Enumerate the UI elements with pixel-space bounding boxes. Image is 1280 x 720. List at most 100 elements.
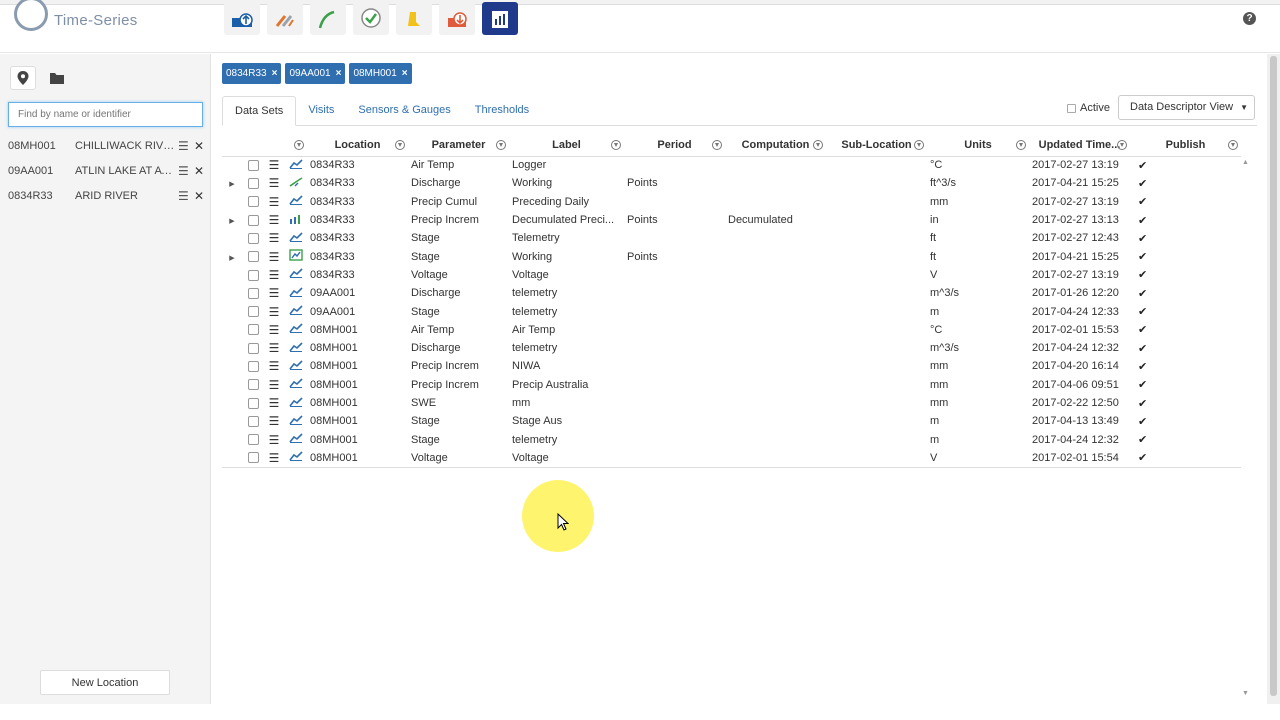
header-updated-time[interactable]: Updated Time...	[1029, 134, 1130, 157]
row-checkbox[interactable]	[242, 321, 264, 339]
row-menu[interactable]: ☰	[264, 193, 284, 211]
download-button[interactable]	[439, 2, 475, 35]
row-menu[interactable]: ☰	[264, 156, 284, 174]
checkbox[interactable]	[247, 361, 259, 372]
row-checkbox[interactable]	[242, 229, 264, 247]
scrollbar-thumb[interactable]	[1270, 56, 1277, 696]
alert-button[interactable]	[396, 2, 432, 35]
filter-icon[interactable]	[294, 140, 304, 150]
row-menu[interactable]: ☰	[264, 266, 284, 284]
hamburger-menu-icon[interactable]: ☰	[269, 158, 280, 172]
hamburger-menu-icon[interactable]: ☰	[269, 433, 280, 447]
checkbox[interactable]	[247, 178, 259, 190]
filter-icon[interactable]	[395, 140, 405, 150]
tools-button[interactable]	[267, 2, 303, 35]
expand-toggle[interactable]: ▶	[222, 247, 242, 265]
tab-visits[interactable]: Visits	[296, 96, 346, 126]
checkbox[interactable]	[247, 415, 259, 427]
table-row[interactable]: ☰ 08MH001 Stage telemetry m 2017-04-24 12:32 ✔	[222, 430, 1241, 448]
help-icon[interactable]: ?	[1243, 12, 1256, 25]
row-checkbox[interactable]	[242, 448, 264, 468]
hamburger-menu-icon[interactable]: ☰	[269, 176, 280, 190]
row-checkbox[interactable]	[242, 156, 264, 174]
row-checkbox[interactable]	[242, 412, 264, 430]
table-row[interactable]: ☰ 08MH001 Precip Increm Precip Australia mm 2…	[222, 376, 1241, 394]
hamburger-menu-icon[interactable]: ☰	[269, 286, 280, 300]
table-row[interactable]: ☰ 08MH001 Voltage Voltage V 2017-02-01 15:54 ✔	[222, 448, 1241, 468]
table-scroll-up-icon[interactable]: ▲	[1242, 159, 1249, 166]
new-location-button[interactable]: New Location	[40, 670, 170, 695]
row-checkbox[interactable]	[242, 376, 264, 394]
checkbox[interactable]	[247, 342, 259, 354]
curve-button[interactable]	[310, 2, 346, 35]
row-menu[interactable]: ☰	[264, 229, 284, 247]
table-row[interactable]: ☰ 09AA001 Stage telemetry m 2017-04-24 12:33 ✔	[222, 302, 1241, 320]
hamburger-menu-icon[interactable]: ☰	[178, 184, 189, 209]
remove-chip-icon[interactable]: ×	[272, 68, 278, 79]
header-location[interactable]: Location	[307, 134, 408, 157]
close-icon[interactable]: ✕	[194, 159, 204, 184]
hamburger-menu-icon[interactable]: ☰	[178, 134, 189, 159]
table-row[interactable]: ▶ ☰ 0834R33 Discharge Working Points ft^3/s 201…	[222, 174, 1241, 192]
filter-icon[interactable]	[1228, 140, 1238, 150]
header-parameter[interactable]: Parameter	[408, 134, 509, 157]
location-item[interactable]: 09AA001 ATLIN LAKE AT AT... ☰ ✕	[0, 159, 211, 184]
hamburger-menu-icon[interactable]: ☰	[269, 414, 280, 428]
row-checkbox[interactable]	[242, 266, 264, 284]
hamburger-menu-icon[interactable]: ☰	[269, 305, 280, 319]
hamburger-menu-icon[interactable]: ☰	[269, 396, 280, 410]
hamburger-menu-icon[interactable]: ☰	[269, 231, 280, 245]
close-icon[interactable]: ✕	[194, 184, 204, 209]
map-pin-button[interactable]	[10, 66, 36, 90]
row-checkbox[interactable]	[242, 211, 264, 229]
filter-icon[interactable]	[712, 140, 722, 150]
location-chip[interactable]: 0834R33 ×	[222, 63, 282, 84]
row-menu[interactable]: ☰	[264, 412, 284, 430]
table-row[interactable]: ☰ 0834R33 Air Temp Logger °C 2017-02-27 13:19…	[222, 156, 1241, 174]
checkbox[interactable]	[247, 397, 259, 409]
filter-icon[interactable]	[914, 140, 924, 150]
checkbox[interactable]	[247, 251, 259, 263]
row-menu[interactable]: ☰	[264, 211, 284, 229]
view-select[interactable]: Data Descriptor View ▼	[1118, 95, 1255, 120]
hamburger-menu-icon[interactable]: ☰	[269, 195, 280, 209]
location-item[interactable]: 0834R33 ARID RIVER ☰ ✕	[0, 184, 211, 209]
checkbox[interactable]	[247, 214, 259, 226]
remove-chip-icon[interactable]: ×	[336, 68, 342, 79]
hamburger-menu-icon[interactable]: ☰	[269, 341, 280, 355]
row-menu[interactable]: ☰	[264, 376, 284, 394]
table-row[interactable]: ☰ 08MH001 Stage Stage Aus m 2017-04-13 13:49 ✔	[222, 412, 1241, 430]
checkbox[interactable]	[247, 232, 259, 244]
header-sub-location[interactable]: Sub-Location	[826, 134, 927, 157]
active-filter[interactable]: Active	[1067, 102, 1110, 114]
tab-sensors-gauges[interactable]: Sensors & Gauges	[346, 96, 462, 126]
expand-arrow-icon[interactable]: ▶	[229, 218, 234, 225]
row-menu[interactable]: ☰	[264, 339, 284, 357]
report-button[interactable]	[482, 2, 518, 35]
table-row[interactable]: ☰ 08MH001 SWE mm mm 2017-02-22 12:50 ✔	[222, 394, 1241, 412]
filter-icon[interactable]	[611, 140, 621, 150]
upload-button[interactable]	[224, 2, 260, 35]
row-menu[interactable]: ☰	[264, 247, 284, 265]
row-checkbox[interactable]	[242, 284, 264, 302]
checkbox[interactable]	[247, 324, 259, 336]
row-checkbox[interactable]	[242, 339, 264, 357]
table-scroll-down-icon[interactable]: ▼	[1242, 690, 1249, 697]
page-scrollbar[interactable]	[1267, 54, 1280, 704]
hamburger-menu-icon[interactable]: ☰	[269, 378, 280, 392]
row-menu[interactable]: ☰	[264, 430, 284, 448]
table-row[interactable]: ☰ 08MH001 Air Temp Air Temp °C 2017-02-01 15:…	[222, 321, 1241, 339]
checkbox[interactable]	[247, 452, 259, 464]
row-checkbox[interactable]	[242, 247, 264, 265]
table-row[interactable]: ▶ ☰ 0834R33 Stage Working Points ft 2017-04-21 …	[222, 247, 1241, 265]
header-units[interactable]: Units	[927, 134, 1029, 157]
table-row[interactable]: ▶ ☰ 0834R33 Precip Increm Decumulated Preci.…	[222, 211, 1241, 229]
hamburger-menu-icon[interactable]: ☰	[269, 213, 280, 227]
table-row[interactable]: ☰ 08MH001 Discharge telemetry m^3/s 2017-04-2…	[222, 339, 1241, 357]
filter-icon[interactable]	[1016, 140, 1026, 150]
filter-icon[interactable]	[496, 140, 506, 150]
table-row[interactable]: ☰ 09AA001 Discharge telemetry m^3/s 2017-01-2…	[222, 284, 1241, 302]
hamburger-menu-icon[interactable]: ☰	[269, 359, 280, 373]
header-label[interactable]: Label	[509, 134, 624, 157]
table-row[interactable]: ☰ 0834R33 Voltage Voltage V 2017-02-27 13:19 ✔	[222, 266, 1241, 284]
